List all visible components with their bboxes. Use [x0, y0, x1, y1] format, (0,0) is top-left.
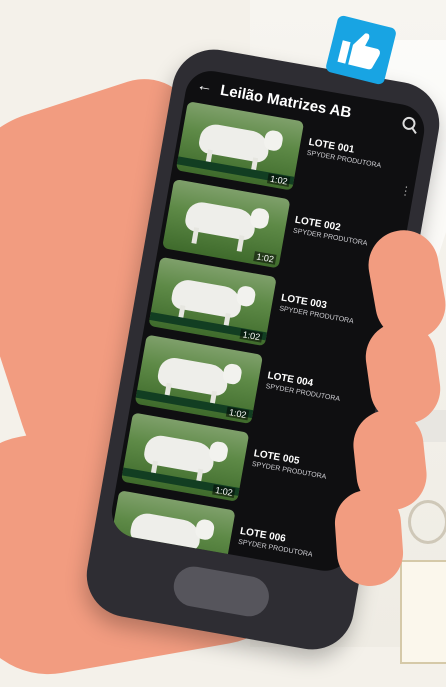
video-thumbnail[interactable]: 1:02 — [134, 334, 264, 425]
more-vert-icon[interactable]: ··· — [334, 568, 341, 575]
cow-leg — [181, 546, 190, 564]
finger — [332, 487, 406, 589]
video-thumbnail[interactable]: 1:02 — [148, 256, 277, 347]
background-circle — [408, 500, 446, 544]
cow-image — [128, 511, 203, 553]
cow-head — [262, 129, 285, 153]
thumbs-up-glyph — [337, 33, 381, 70]
cow-head — [194, 518, 216, 542]
cow-head — [207, 440, 230, 464]
cow-head — [249, 207, 271, 230]
home-button[interactable] — [170, 563, 273, 620]
cow-head — [235, 284, 257, 308]
video-thumbnail[interactable]: 1:02 — [107, 490, 236, 575]
video-thumbnail[interactable]: 1:02 — [162, 178, 291, 269]
background-box — [400, 560, 446, 664]
video-thumbnail[interactable]: 1:02 — [120, 412, 250, 502]
cow-leg — [136, 538, 145, 556]
video-duration: 1:02 — [253, 251, 277, 265]
arrow-left-icon[interactable]: ← — [195, 77, 214, 98]
search-icon[interactable] — [401, 115, 417, 131]
cow-head — [221, 362, 243, 386]
